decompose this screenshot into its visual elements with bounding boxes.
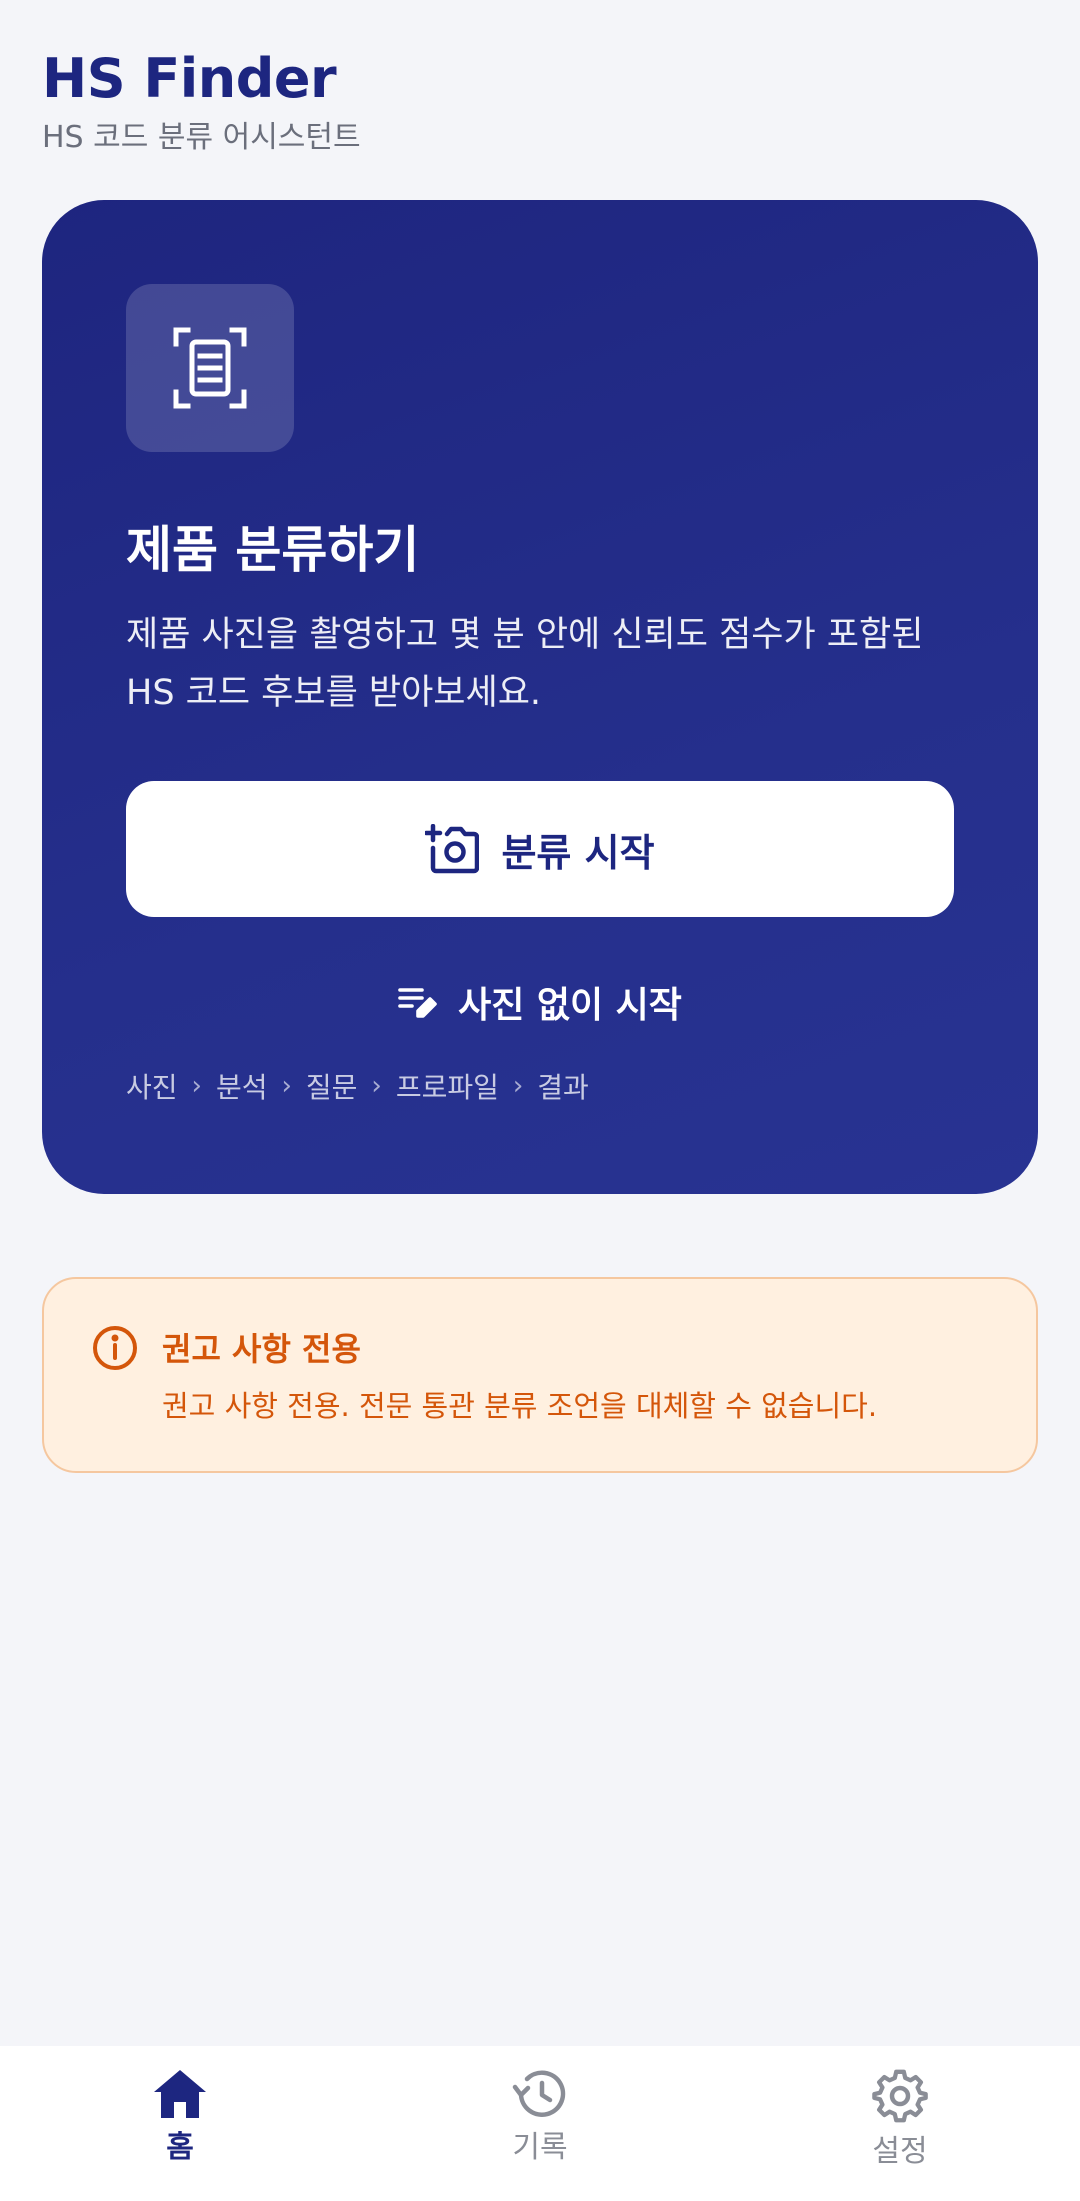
- edit-note-icon: [398, 988, 437, 1018]
- nav-settings[interactable]: 설정: [720, 2046, 1080, 2201]
- step-questions: 질문: [305, 1071, 358, 1104]
- hero-icon-tile: [126, 284, 294, 452]
- notice-title: 권고 사항 전용: [162, 1330, 361, 1368]
- nav-history[interactable]: 기록: [360, 2046, 720, 2201]
- hero-description: 제품 사진을 촬영하고 몇 분 안에 신뢰도 점수가 포함된 HS 코드 후보를…: [126, 615, 924, 713]
- start-without-photo-button[interactable]: 사진 없이 시작: [126, 962, 954, 1042]
- bottom-navigation: 홈 기록 설정: [0, 2046, 1080, 2201]
- nav-home[interactable]: 홈: [0, 2046, 360, 2201]
- chevron-right-icon: ›: [512, 1071, 524, 1101]
- chevron-right-icon: ›: [191, 1071, 202, 1101]
- step-photo: 사진: [126, 1071, 178, 1104]
- app-title: HS Finder: [42, 47, 337, 110]
- start-classification-button[interactable]: 분류 시작: [126, 781, 954, 917]
- app-header: HS Finder HS 코드 분류 어시스턴트: [42, 46, 361, 158]
- add-camera-icon: [425, 824, 480, 874]
- workflow-steps: 사진 › 분석 › 질문 › 프로파일 › 결과: [126, 1066, 589, 1106]
- notice-body: 권고 사항 전용. 전문 통관 분류 조언을 대체할 수 없습니다.: [162, 1389, 878, 1423]
- gear-icon: [872, 2069, 928, 2123]
- document-scan-icon: [173, 327, 247, 409]
- nav-settings-label: 설정: [872, 2134, 928, 2169]
- step-profile: 프로파일: [395, 1071, 499, 1104]
- step-analysis: 분석: [215, 1071, 268, 1104]
- nav-home-label: 홈: [166, 2130, 194, 2165]
- app-subtitle: HS 코드 분류 어시스턴트: [42, 120, 361, 155]
- advisory-notice: 권고 사항 전용 권고 사항 전용. 전문 통관 분류 조언을 대체할 수 없습…: [42, 1277, 1038, 1473]
- info-icon: [93, 1326, 137, 1370]
- step-result: 결과: [537, 1071, 589, 1104]
- history-icon: [512, 2070, 566, 2117]
- start-without-photo-label: 사진 없이 시작: [458, 985, 682, 1026]
- hero-title: 제품 분류하기: [126, 521, 420, 579]
- chevron-right-icon: ›: [371, 1071, 382, 1101]
- nav-history-label: 기록: [512, 2130, 568, 2165]
- home-icon: [154, 2070, 206, 2118]
- classify-card: 제품 분류하기 제품 사진을 촬영하고 몇 분 안에 신뢰도 점수가 포함된 H…: [42, 200, 1038, 1194]
- start-classification-label: 분류 시작: [501, 830, 655, 875]
- chevron-right-icon: ›: [281, 1071, 292, 1101]
